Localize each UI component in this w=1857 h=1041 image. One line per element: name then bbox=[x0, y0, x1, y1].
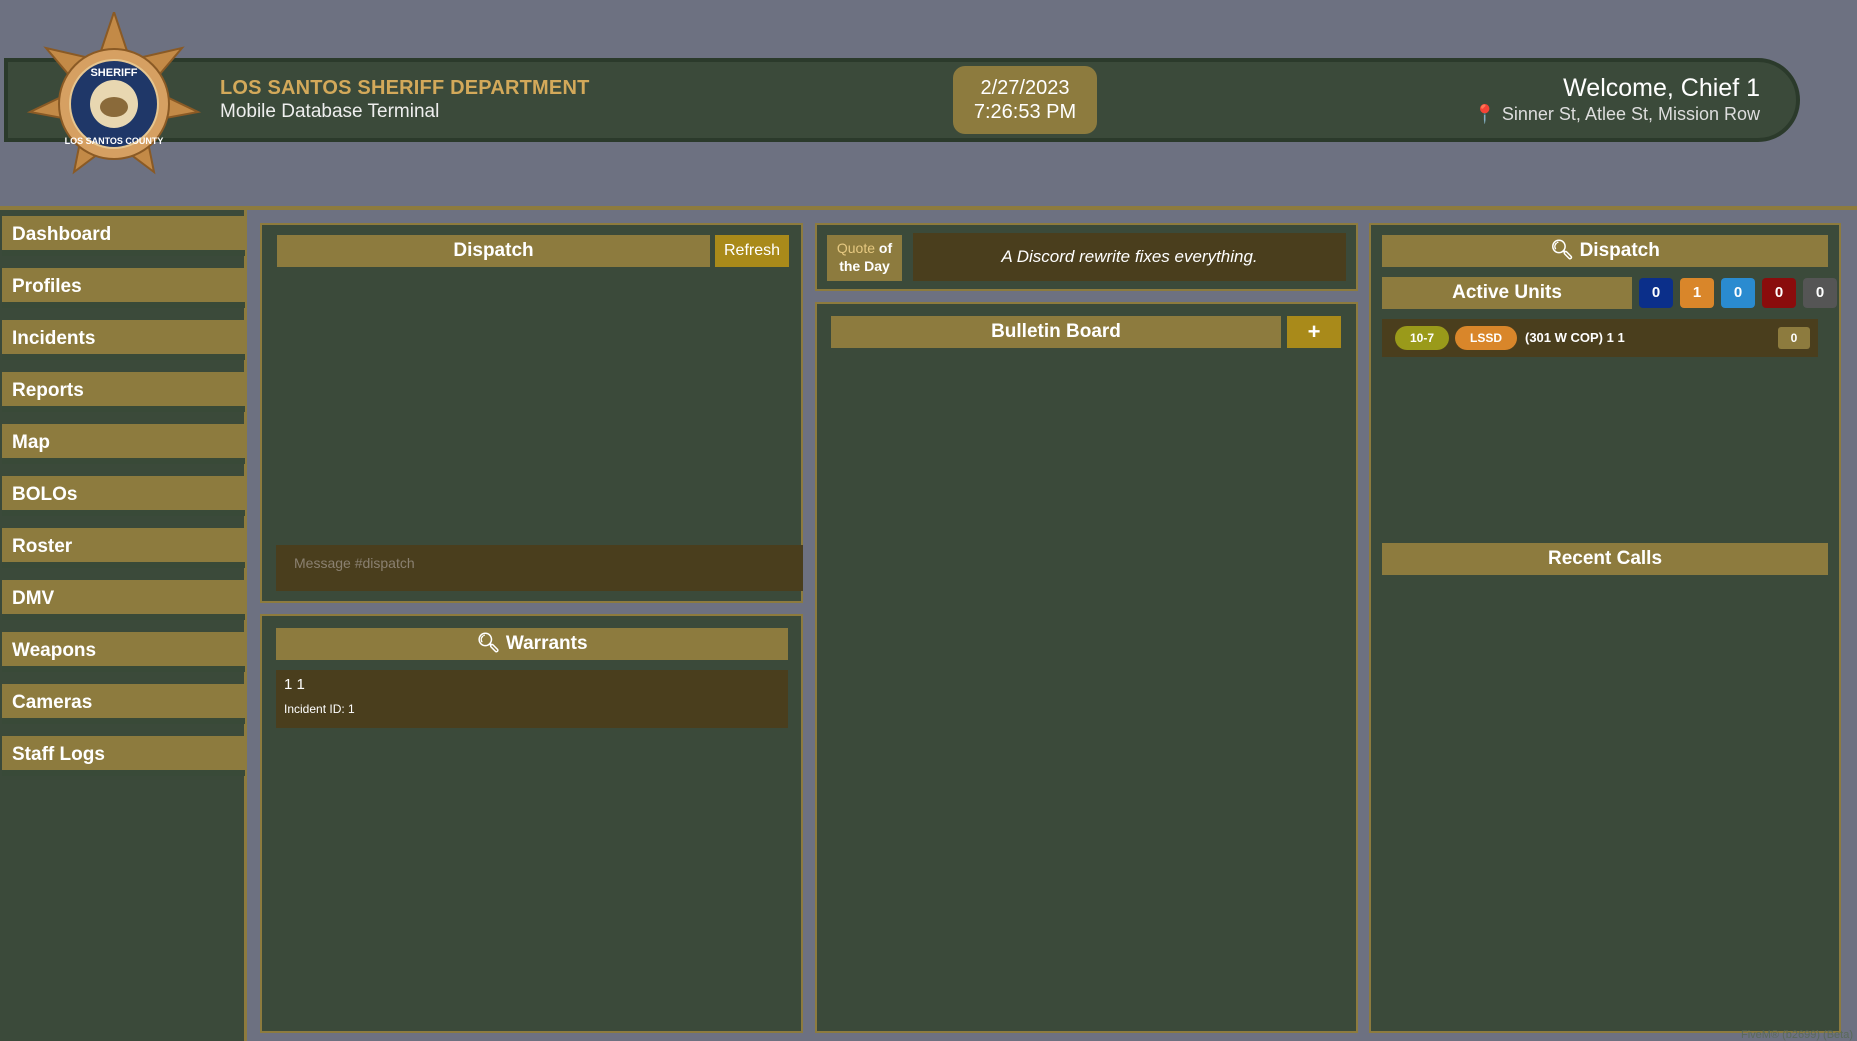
datetime-display: 2/27/2023 7:26:53 PM bbox=[953, 66, 1097, 134]
warrant-name: 1 1 bbox=[284, 676, 305, 693]
location-pin-icon: 📍 bbox=[1473, 104, 1496, 124]
active-unit-row[interactable]: 10-7 LSSD (301 W COP) 1 1 0 bbox=[1382, 319, 1818, 357]
header-bar bbox=[4, 58, 1800, 142]
search-icon: 🔍︎ bbox=[1550, 240, 1575, 261]
sidebar-item-cameras[interactable]: Cameras bbox=[2, 684, 245, 724]
quote-label: Quote of the Day bbox=[827, 235, 902, 281]
warrant-card[interactable]: 1 1 Incident ID: 1 bbox=[276, 670, 788, 728]
sidebar: Dashboard Profiles Incidents Reports Map… bbox=[0, 210, 247, 1041]
count-badge-lightblue: 0 bbox=[1721, 278, 1755, 308]
dispatch-title: Dispatch bbox=[277, 235, 710, 267]
department-subtitle: Mobile Database Terminal bbox=[220, 101, 440, 122]
bulletin-board-title: Bulletin Board bbox=[831, 316, 1281, 348]
warrants-header: 🔍︎ Warrants bbox=[276, 628, 788, 660]
search-icon: 🔍︎ bbox=[476, 633, 501, 654]
count-badge-orange: 1 bbox=[1680, 278, 1714, 308]
units-dispatch-title: Dispatch bbox=[1579, 240, 1660, 261]
count-badge-red: 0 bbox=[1762, 278, 1796, 308]
sidebar-item-dashboard[interactable]: Dashboard bbox=[2, 216, 245, 256]
sheriff-badge-logo: SHERIFF LOS SANTOS COUNTY bbox=[26, 12, 202, 175]
sidebar-item-roster[interactable]: Roster bbox=[2, 528, 245, 568]
refresh-button[interactable]: Refresh bbox=[715, 235, 789, 267]
quote-text: A Discord rewrite fixes everything. bbox=[913, 233, 1346, 281]
unit-callsign: (301 W COP) 1 1 bbox=[1525, 330, 1625, 345]
active-units-label: Active Units bbox=[1382, 277, 1632, 309]
warrants-title: Warrants bbox=[505, 633, 588, 654]
count-badge-gray: 0 bbox=[1803, 278, 1837, 308]
dispatch-message-input[interactable] bbox=[276, 545, 803, 591]
quote-panel: Quote of the Day A Discord rewrite fixes… bbox=[815, 223, 1358, 291]
quote-label-a: Quote bbox=[836, 240, 876, 256]
sidebar-item-bolos[interactable]: BOLOs bbox=[2, 476, 245, 516]
units-dispatch-panel: 🔍︎ Dispatch Active Units 0 1 0 0 0 10-7 … bbox=[1369, 223, 1841, 1033]
header-divider bbox=[0, 206, 1857, 210]
sidebar-item-reports[interactable]: Reports bbox=[2, 372, 245, 412]
time-text: 7:26:53 PM bbox=[973, 101, 1077, 123]
dispatch-panel: Dispatch Refresh bbox=[260, 223, 803, 603]
location-text: Sinner St, Atlee St, Mission Row bbox=[1501, 104, 1760, 124]
quote-label-c: the Day bbox=[839, 258, 890, 274]
sidebar-item-incidents[interactable]: Incidents bbox=[2, 320, 245, 360]
add-bulletin-button[interactable]: + bbox=[1287, 316, 1341, 348]
bulletin-board-panel: Bulletin Board + bbox=[815, 302, 1358, 1033]
unit-count-badge: 0 bbox=[1778, 327, 1810, 349]
unit-status-pill[interactable]: 10-7 bbox=[1395, 326, 1449, 350]
units-dispatch-header: 🔍︎ Dispatch bbox=[1382, 235, 1828, 267]
department-title: LOS SANTOS SHERIFF DEPARTMENT bbox=[220, 77, 590, 99]
sidebar-item-staff-logs[interactable]: Staff Logs bbox=[2, 736, 245, 776]
unit-dept-pill: LSSD bbox=[1455, 326, 1517, 350]
quote-label-b: of bbox=[878, 240, 893, 256]
count-badge-blue: 0 bbox=[1639, 278, 1673, 308]
badge-top-text: SHERIFF bbox=[90, 67, 137, 79]
warrants-panel: 🔍︎ Warrants 1 1 Incident ID: 1 bbox=[260, 614, 803, 1033]
welcome-text: Welcome, Chief 1 bbox=[1563, 74, 1760, 102]
warrant-incident-id: Incident ID: 1 bbox=[284, 702, 355, 716]
footer-text: FiveM® (b2699) (Beta) bbox=[1740, 1029, 1853, 1041]
sidebar-item-map[interactable]: Map bbox=[2, 424, 245, 464]
sidebar-item-profiles[interactable]: Profiles bbox=[2, 268, 245, 308]
sidebar-item-dmv[interactable]: DMV bbox=[2, 580, 245, 620]
recent-calls-title: Recent Calls bbox=[1382, 543, 1828, 575]
sidebar-item-weapons[interactable]: Weapons bbox=[2, 632, 245, 672]
date-text: 2/27/2023 bbox=[980, 77, 1070, 99]
badge-bottom-text: LOS SANTOS COUNTY bbox=[65, 136, 164, 146]
location-display: 📍 Sinner St, Atlee St, Mission Row bbox=[1473, 104, 1760, 125]
